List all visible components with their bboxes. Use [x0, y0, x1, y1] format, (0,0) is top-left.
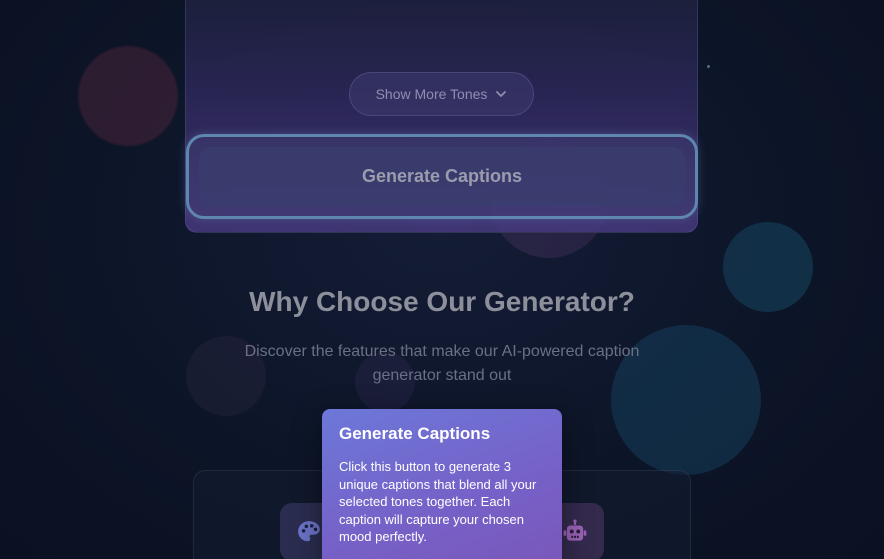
- generate-captions-label: Generate Captions: [361, 166, 523, 186]
- features-subtitle: Discover the features that make our AI-p…: [244, 343, 640, 384]
- tooltip-body: Click this button to generate 3 unique c…: [339, 459, 537, 544]
- features-heading: Why Choose Our Generator?: [249, 286, 635, 317]
- show-more-tones-button[interactable]: Show More Tones: [349, 72, 534, 116]
- onboarding-tooltip: Generate Captions Click this button to g…: [322, 409, 562, 559]
- generate-captions-button[interactable]: Generate Captions: [186, 134, 698, 219]
- chevron-down-icon: [496, 91, 507, 97]
- decorative-orb: [78, 46, 178, 146]
- decorative-dot: [707, 65, 710, 68]
- palette-icon: [298, 521, 320, 542]
- page-background: Show More Tones Generate Captions Why Ch…: [0, 0, 884, 559]
- tooltip-title: Generate Captions: [339, 424, 491, 443]
- robot-icon: [563, 519, 587, 541]
- generate-captions-button-inner[interactable]: Generate Captions: [199, 147, 685, 206]
- show-more-tones-label: Show More Tones: [375, 86, 488, 102]
